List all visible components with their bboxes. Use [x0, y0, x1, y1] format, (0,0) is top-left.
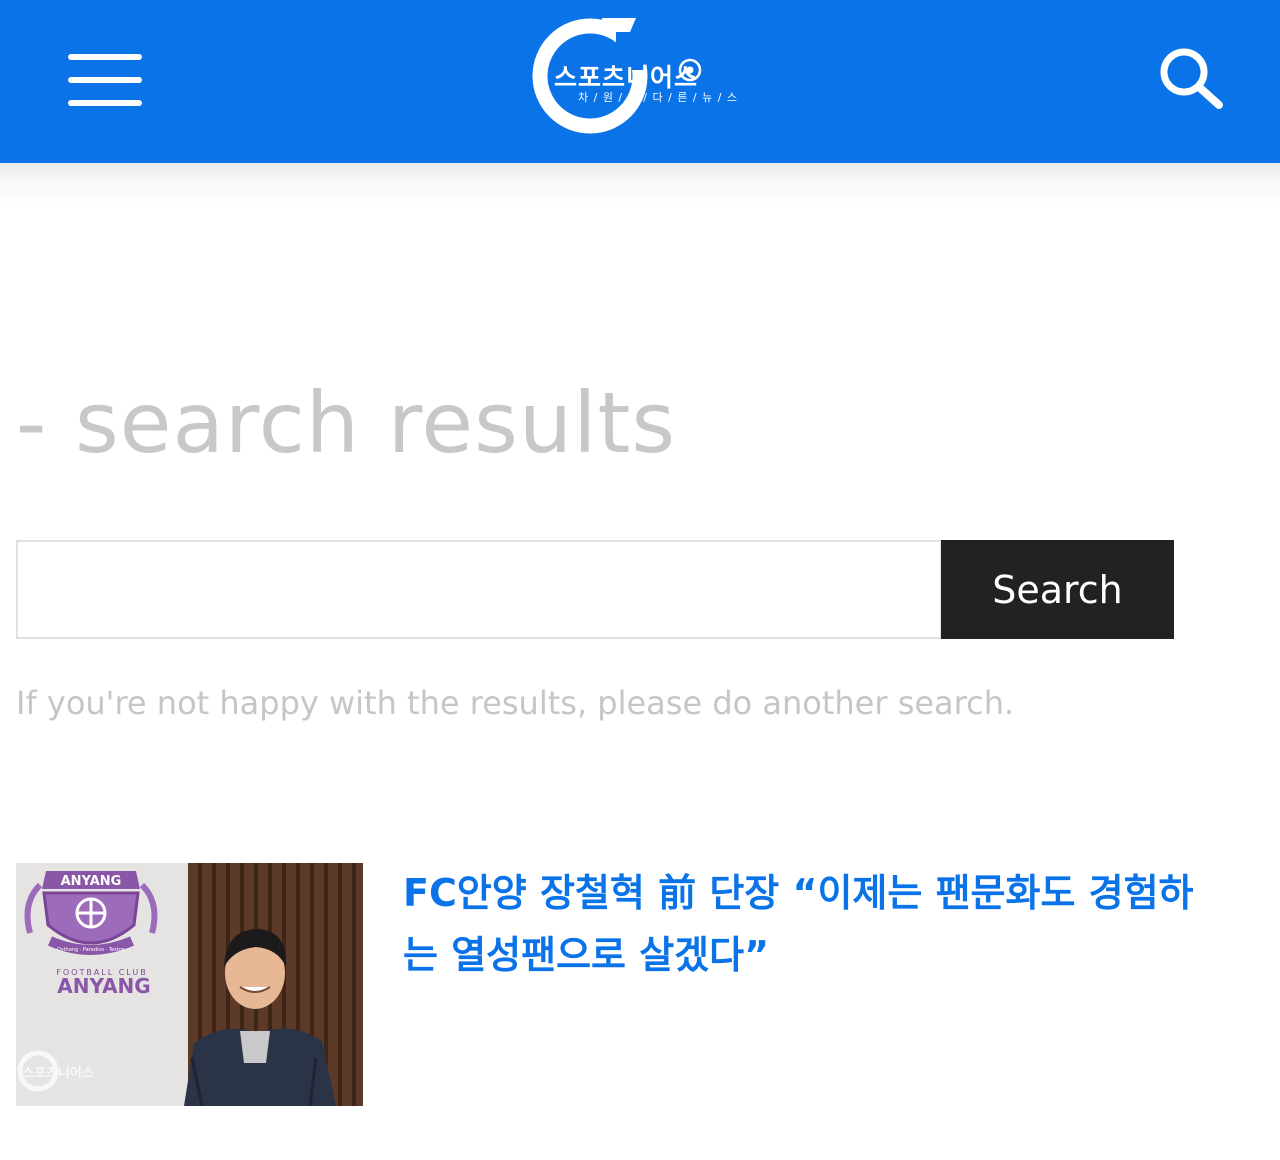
search-hint: If you're not happy with the results, pl…: [16, 684, 1015, 722]
search-input[interactable]: [16, 540, 942, 639]
header-shadow: [0, 163, 1280, 203]
search-icon[interactable]: [1156, 44, 1226, 110]
result-thumbnail[interactable]: ANYANG Osthang · Paradiso · Teston FOOTB…: [16, 863, 363, 1106]
article-photo: ANYANG Osthang · Paradiso · Teston FOOTB…: [16, 863, 363, 1106]
site-header: 스포츠니어스 차 / 원 / 이 / 다 / 른 / 뉴 / 스: [0, 0, 1280, 163]
site-logo[interactable]: 스포츠니어스 차 / 원 / 이 / 다 / 른 / 뉴 / 스: [532, 18, 752, 136]
search-button[interactable]: Search: [941, 540, 1174, 639]
menu-button[interactable]: [68, 54, 142, 106]
crest-top-text: ANYANG: [61, 874, 122, 889]
search-form: Search: [16, 540, 1174, 640]
page-title: - search results: [16, 374, 677, 472]
hamburger-icon-bar: [68, 100, 142, 106]
club-label-large: ANYANG: [57, 974, 150, 998]
hamburger-icon-bar: [68, 54, 142, 60]
result-title-link[interactable]: FC안양 장철혁 前 단장 “이제는 팬문화도 경험하는 열성팬으로 살겠다”: [403, 862, 1203, 986]
logo-subtitle: 차 / 원 / 이 / 다 / 른 / 뉴 / 스: [578, 91, 739, 104]
search-button-label: Search: [992, 567, 1123, 612]
crest-ribbon-text: Osthang · Paradiso · Teston: [57, 947, 125, 953]
hamburger-icon-bar: [68, 77, 142, 83]
watermark-text: 스포츠니어스: [22, 1065, 94, 1081]
